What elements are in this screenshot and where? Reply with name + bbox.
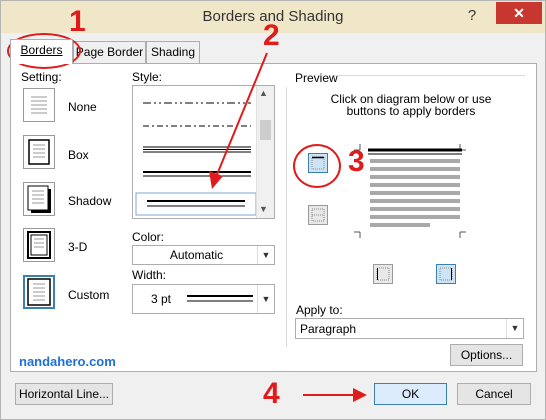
preview-divider [334, 75, 525, 76]
left-border-icon [376, 267, 390, 281]
setting-label: Setting: [21, 70, 62, 84]
chevron-down-icon[interactable]: ▼ [257, 285, 274, 313]
preview-instructions-2: buttons to apply borders [346, 104, 476, 118]
border-preview-diagram[interactable] [352, 144, 468, 238]
width-label: Width: [132, 268, 167, 282]
annotation-arrow-4 [303, 388, 367, 402]
borders-and-shading-dialog: Borders and Shading ? ✕ Borders Page Bor… [0, 0, 546, 420]
setting-3d-icon[interactable] [23, 228, 55, 262]
right-border-icon [439, 267, 453, 281]
setting-box-preview [28, 139, 50, 165]
tab-borders[interactable]: Borders [10, 39, 73, 64]
color-label: Color: [132, 230, 165, 244]
options-button[interactable]: Options... [450, 344, 523, 366]
preview-separator [286, 87, 287, 347]
apply-to-value: Paragraph [300, 322, 357, 336]
style-label: Style: [132, 70, 163, 84]
tab-shading[interactable]: Shading [146, 41, 200, 63]
annotation-step-3: 3 [348, 145, 365, 178]
chevron-down-icon[interactable]: ▼ [257, 246, 274, 264]
annotation-circle-top-border [293, 144, 341, 188]
setting-shadow-icon[interactable] [23, 182, 55, 216]
annotation-step-1: 1 [69, 5, 86, 38]
setting-custom-preview [27, 278, 51, 306]
width-select[interactable]: 3 pt ▼ [132, 284, 275, 314]
close-button[interactable]: ✕ [496, 2, 542, 24]
help-button[interactable]: ? [463, 7, 481, 25]
chevron-down-icon[interactable]: ▼ [506, 319, 523, 338]
setting-custom-icon[interactable] [23, 275, 55, 309]
color-value: Automatic [169, 248, 224, 262]
apply-to-label: Apply to: [296, 303, 343, 317]
setting-none-label[interactable]: None [68, 100, 97, 114]
scroll-down-icon[interactable]: ▼ [259, 204, 268, 214]
bottom-border-button[interactable] [308, 205, 328, 225]
tab-shading-label: Shading [150, 45, 196, 59]
preview-text-lines [370, 159, 460, 227]
setting-shadow-label[interactable]: Shadow [68, 194, 111, 208]
setting-custom-label[interactable]: Custom [68, 288, 109, 302]
ok-button[interactable]: OK [374, 383, 447, 405]
bottom-border-icon [311, 208, 325, 222]
tab-page-border-label: Page Border [75, 45, 144, 59]
setting-box-icon[interactable] [23, 135, 55, 169]
cancel-button[interactable]: Cancel [457, 383, 531, 405]
apply-to-select[interactable]: Paragraph ▼ [295, 318, 524, 339]
setting-shadow-preview [27, 185, 51, 213]
horizontal-line-button[interactable]: Horizontal Line... [15, 383, 113, 405]
width-line-preview [187, 295, 253, 302]
annotation-arrow-2 [209, 52, 268, 189]
setting-box-label[interactable]: Box [68, 148, 89, 162]
setting-none-icon[interactable] [23, 88, 55, 122]
annotation-step-4: 4 [263, 377, 280, 410]
setting-3d-label[interactable]: 3-D [68, 240, 87, 254]
left-border-button[interactable] [373, 264, 393, 284]
tab-borders-label: Borders [20, 43, 63, 57]
setting-none-preview [31, 96, 47, 114]
setting-3d-preview [27, 231, 51, 259]
color-select[interactable]: Automatic ▼ [132, 245, 275, 265]
right-border-button[interactable] [436, 264, 456, 284]
tab-page-border[interactable]: Page Border [73, 41, 146, 63]
watermark: nandahero.com [19, 354, 116, 369]
preview-label: Preview [295, 71, 338, 85]
width-value: 3 pt [151, 292, 172, 306]
